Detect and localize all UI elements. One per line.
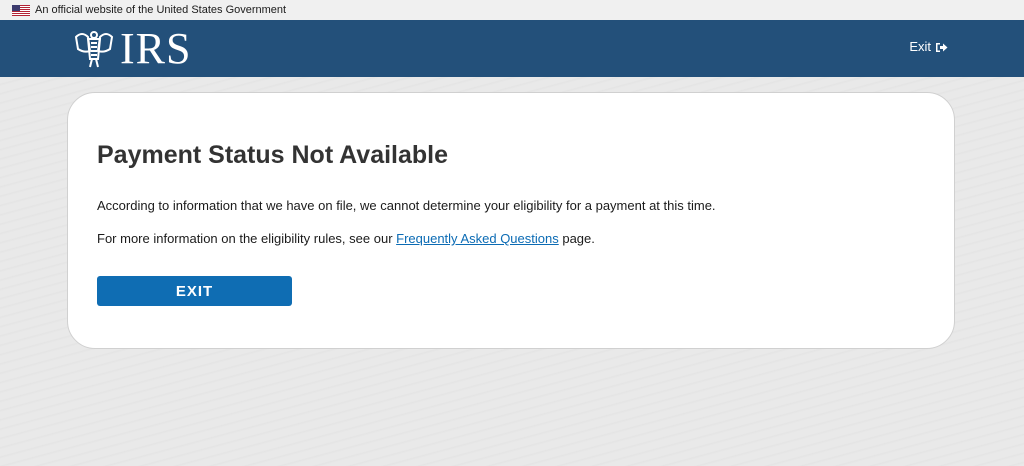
header-exit-link[interactable]: Exit — [909, 39, 948, 54]
logo-text: IRS — [120, 24, 192, 73]
header-exit-label: Exit — [909, 39, 931, 54]
faq-message: For more information on the eligibility … — [97, 231, 595, 246]
gov-banner: An official website of the United States… — [0, 0, 1024, 20]
main-content: Payment Status Not Available According t… — [0, 77, 1024, 466]
irs-eagle-icon — [72, 29, 116, 69]
faq-message-prefix: For more information on the eligibility … — [97, 231, 397, 246]
us-flag-icon — [12, 4, 30, 16]
irs-logo[interactable]: IRS — [72, 24, 192, 73]
site-header: IRS Exit — [0, 20, 1024, 77]
gov-banner-text: An official website of the United States… — [35, 4, 287, 16]
exit-arrow-icon — [935, 41, 948, 52]
exit-button[interactable]: EXIT — [97, 276, 292, 306]
page-title: Payment Status Not Available — [97, 141, 449, 169]
eligibility-message: According to information that we have on… — [97, 198, 716, 213]
status-card: Payment Status Not Available According t… — [67, 92, 955, 349]
faq-link[interactable]: Frequently Asked Questions — [396, 231, 559, 246]
faq-message-suffix: page. — [558, 231, 595, 246]
